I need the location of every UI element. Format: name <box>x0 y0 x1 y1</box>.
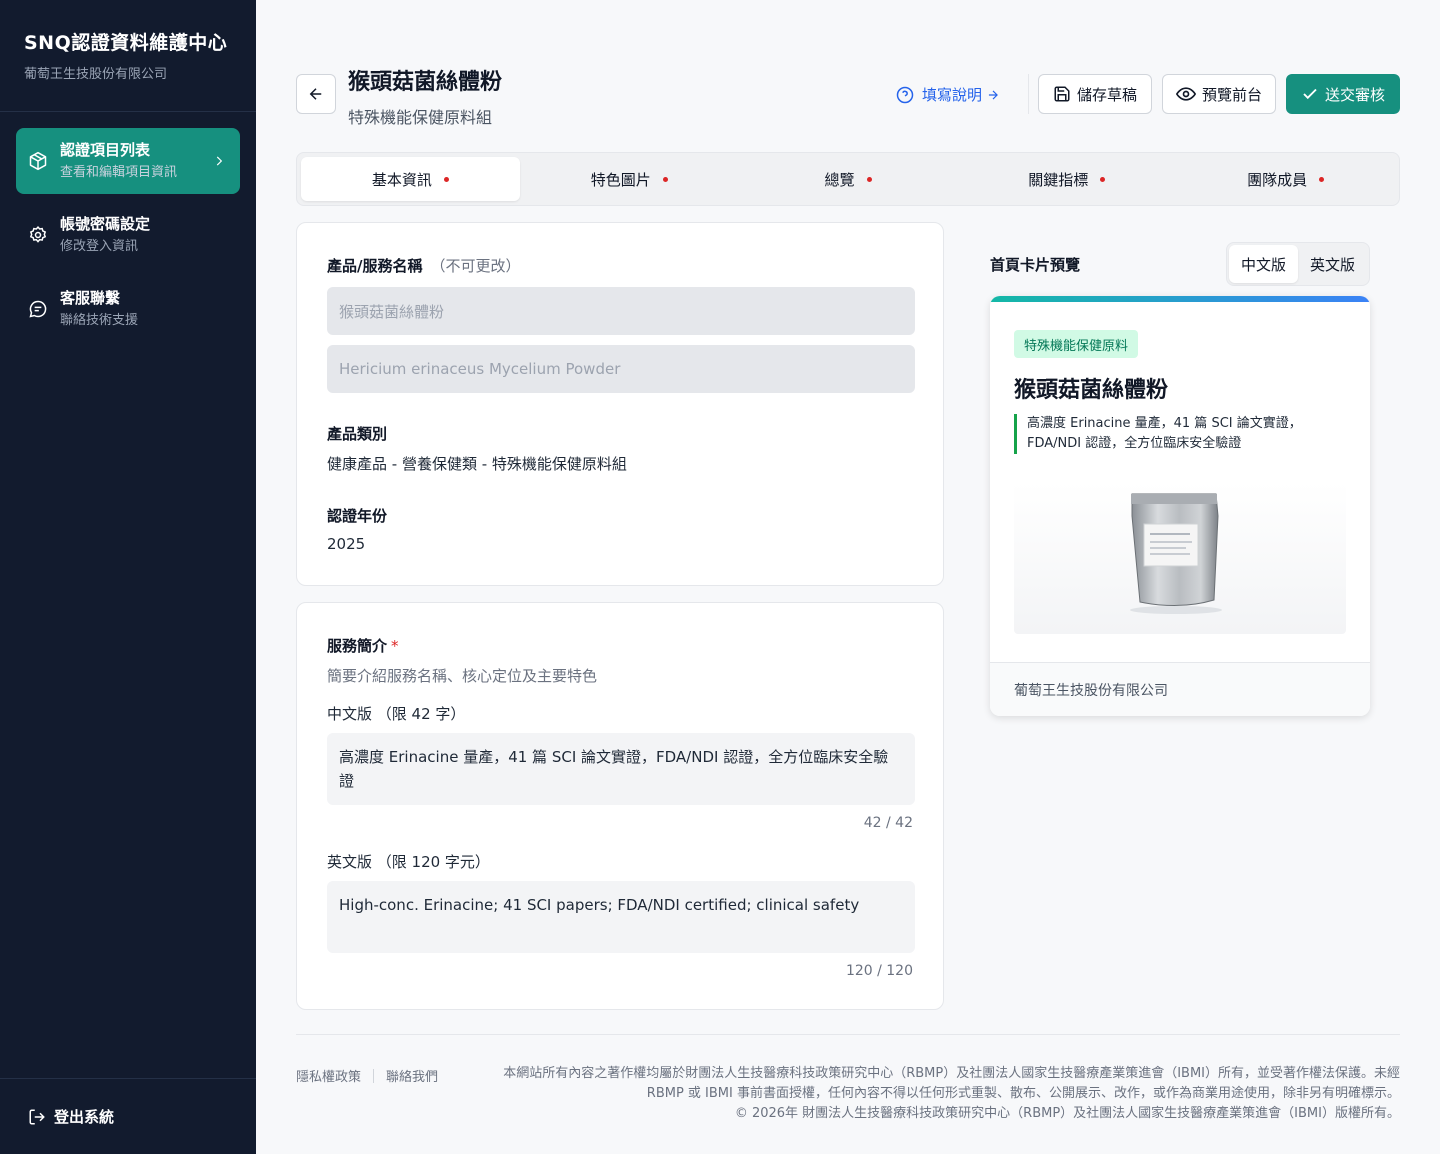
sidebar-item-support[interactable]: 客服聯繫 聯絡技術支援 <box>16 276 240 342</box>
product-name-label: 產品/服務名稱 （不可更改） <box>327 255 521 276</box>
logout-button[interactable]: 登出系統 <box>0 1078 256 1154</box>
footer-links: 隱私權政策 聯絡我們 <box>296 1066 438 1085</box>
sidebar-item-project-list[interactable]: 認證項目列表 查看和編輯項目資訊 <box>16 128 240 194</box>
tab-label: 基本資訊 <box>371 170 432 189</box>
required-dot <box>866 176 872 182</box>
category-label: 產品類別 <box>327 425 388 443</box>
sidebar-item-account[interactable]: 帳號密碼設定 修改登入資訊 <box>16 202 240 268</box>
sidebar-item-label: 帳號密碼設定 <box>60 215 151 233</box>
sidebar-item-sub: 查看和編輯項目資訊 <box>60 165 178 180</box>
tab-label: 特色圖片 <box>590 170 651 189</box>
chevron-right-icon <box>216 156 223 166</box>
product-image <box>1014 482 1346 634</box>
brand-title: SNQ認證資料維護中心 <box>24 32 228 54</box>
lang-en-button[interactable]: 英文版 <box>1298 245 1367 283</box>
required-dot <box>1100 176 1106 182</box>
homepage-card-preview: 特殊機能保健原料 猴頭菇菌絲體粉 高濃度 Erinacine 量產，41 篇 S… <box>990 296 1370 716</box>
tab-team-members[interactable]: 團隊成員 <box>1176 157 1395 201</box>
year-value: 2025 <box>327 535 366 553</box>
sidebar-item-label: 認證項目列表 <box>60 141 151 159</box>
privacy-policy-link[interactable]: 隱私權政策 <box>296 1066 361 1085</box>
product-pouch-image <box>1130 493 1222 614</box>
card-preview-title: 首頁卡片預覽 <box>990 256 1081 274</box>
en-char-counter: 120 / 120 <box>845 963 913 979</box>
help-link[interactable]: 填寫說明 <box>896 84 1008 105</box>
card-description: 高濃度 Erinacine 量產，41 篇 SCI 論文實證，FDA/NDI 認… <box>1014 414 1346 454</box>
footer-link-separator <box>373 1068 375 1083</box>
gear-icon <box>29 225 47 243</box>
card-product-name: 猴頭菇菌絲體粉 <box>1014 378 1169 403</box>
readonly-hint: （不可更改） <box>430 257 521 275</box>
year-label: 認證年份 <box>327 507 388 525</box>
zh-version-label: 中文版 （限 42 字） <box>327 705 466 723</box>
brand-company: 葡萄王生技股份有限公司 <box>24 67 168 82</box>
zh-char-counter: 42 / 42 <box>863 815 913 831</box>
tab-overview[interactable]: 總覽 <box>739 157 958 201</box>
copyright-notice: 本網站所有內容之著作權均屬於財團法人生技醫療科技政策研究中心（RBMP）及社團法… <box>500 1064 1400 1124</box>
lang-zh-button[interactable]: 中文版 <box>1229 245 1298 283</box>
arrow-left-icon <box>309 88 322 100</box>
check-icon <box>1303 88 1317 100</box>
card-accent-bar <box>990 296 1370 302</box>
logout-icon <box>29 1109 45 1124</box>
header-divider <box>1028 74 1029 114</box>
save-icon <box>1054 86 1070 102</box>
intro-en-textarea[interactable]: High-conc. Erinacine; 41 SCI papers; FDA… <box>327 881 915 953</box>
tab-label: 關鍵指標 <box>1028 170 1089 189</box>
service-intro-label: 服務簡介 * <box>327 635 399 656</box>
required-dot <box>443 176 449 182</box>
eye-icon <box>1175 87 1196 101</box>
product-name-label-text: 產品/服務名稱 <box>327 257 423 275</box>
service-intro-desc: 簡要介紹服務名稱、核心定位及主要特色 <box>327 667 598 685</box>
category-value: 健康產品 - 營養保健類 - 特殊機能保健原料組 <box>327 455 627 473</box>
tab-key-metrics[interactable]: 關鍵指標 <box>957 157 1176 201</box>
help-link-label: 填寫說明 <box>922 86 983 104</box>
basic-info-card: 產品/服務名稱 （不可更改） 猴頭菇菌絲體粉 Hericium erinaceus… <box>296 222 944 586</box>
save-draft-button[interactable]: 儲存草稿 <box>1038 74 1152 114</box>
sidebar: SNQ認證資料維護中心 葡萄王生技股份有限公司 認證項目列表 查看和編輯項目資訊… <box>0 0 256 1154</box>
card-company: 葡萄王生技股份有限公司 <box>990 662 1370 716</box>
brand: SNQ認證資料維護中心 葡萄王生技股份有限公司 <box>0 0 256 112</box>
logout-label: 登出系統 <box>54 1108 115 1126</box>
product-name-zh-field: 猴頭菇菌絲體粉 <box>327 287 915 335</box>
arrow-right-icon <box>988 90 998 99</box>
required-dot <box>1319 176 1325 182</box>
contact-us-link[interactable]: 聯絡我們 <box>386 1066 438 1085</box>
preview-label: 預覽前台 <box>1201 85 1262 104</box>
package-icon <box>29 151 47 171</box>
back-button[interactable] <box>296 74 336 114</box>
category-tag: 特殊機能保健原料 <box>1014 330 1139 358</box>
submit-review-label: 送交審核 <box>1324 85 1385 104</box>
page-subtitle: 特殊機能保健原料組 <box>348 108 493 127</box>
sidebar-item-sub: 聯絡技術支援 <box>60 313 139 328</box>
save-draft-label: 儲存草稿 <box>1076 85 1137 104</box>
sidebar-item-label: 客服聯繫 <box>60 289 121 307</box>
page-title: 猴頭菇菌絲體粉 <box>348 70 503 95</box>
tab-basic-info[interactable]: 基本資訊 <box>301 157 520 201</box>
help-circle-icon <box>896 86 914 103</box>
tab-feature-images[interactable]: 特色圖片 <box>520 157 739 201</box>
preview-button[interactable]: 預覽前台 <box>1162 74 1276 114</box>
footer-divider <box>296 1034 1400 1035</box>
submit-review-button[interactable]: 送交審核 <box>1286 74 1400 114</box>
intro-zh-textarea[interactable]: 高濃度 Erinacine 量產，41 篇 SCI 論文實證，FDA/NDI 認… <box>327 733 915 805</box>
service-intro-label-text: 服務簡介 <box>327 637 388 655</box>
preview-language-toggle: 中文版 英文版 <box>1226 242 1370 286</box>
chat-icon <box>29 300 47 318</box>
tab-label: 總覽 <box>824 170 855 189</box>
sidebar-item-sub: 修改登入資訊 <box>60 239 139 254</box>
sidebar-nav: 認證項目列表 查看和編輯項目資訊 帳號密碼設定 修改登入資訊 客服聯繫 聯絡技術… <box>0 112 256 366</box>
en-version-label: 英文版 （限 120 字元） <box>327 853 490 871</box>
section-tabs: 基本資訊 特色圖片 總覽 關鍵指標 團隊成員 <box>296 152 1400 206</box>
required-mark: * <box>391 637 399 655</box>
tab-label: 團隊成員 <box>1247 170 1308 189</box>
required-dot <box>662 176 668 182</box>
copyright-line: © 2026年 財團法人生技醫療科技政策研究中心（RBMP）及社團法人國家生技醫… <box>734 1106 1400 1121</box>
product-name-en-field: Hericium erinaceus Mycelium Powder <box>327 345 915 393</box>
service-intro-card: 服務簡介 * 簡要介紹服務名稱、核心定位及主要特色 中文版 （限 42 字） 高濃… <box>296 602 944 1010</box>
copyright-text: 本網站所有內容之著作權均屬於財團法人生技醫療科技政策研究中心（RBMP）及社團法… <box>503 1066 1400 1101</box>
